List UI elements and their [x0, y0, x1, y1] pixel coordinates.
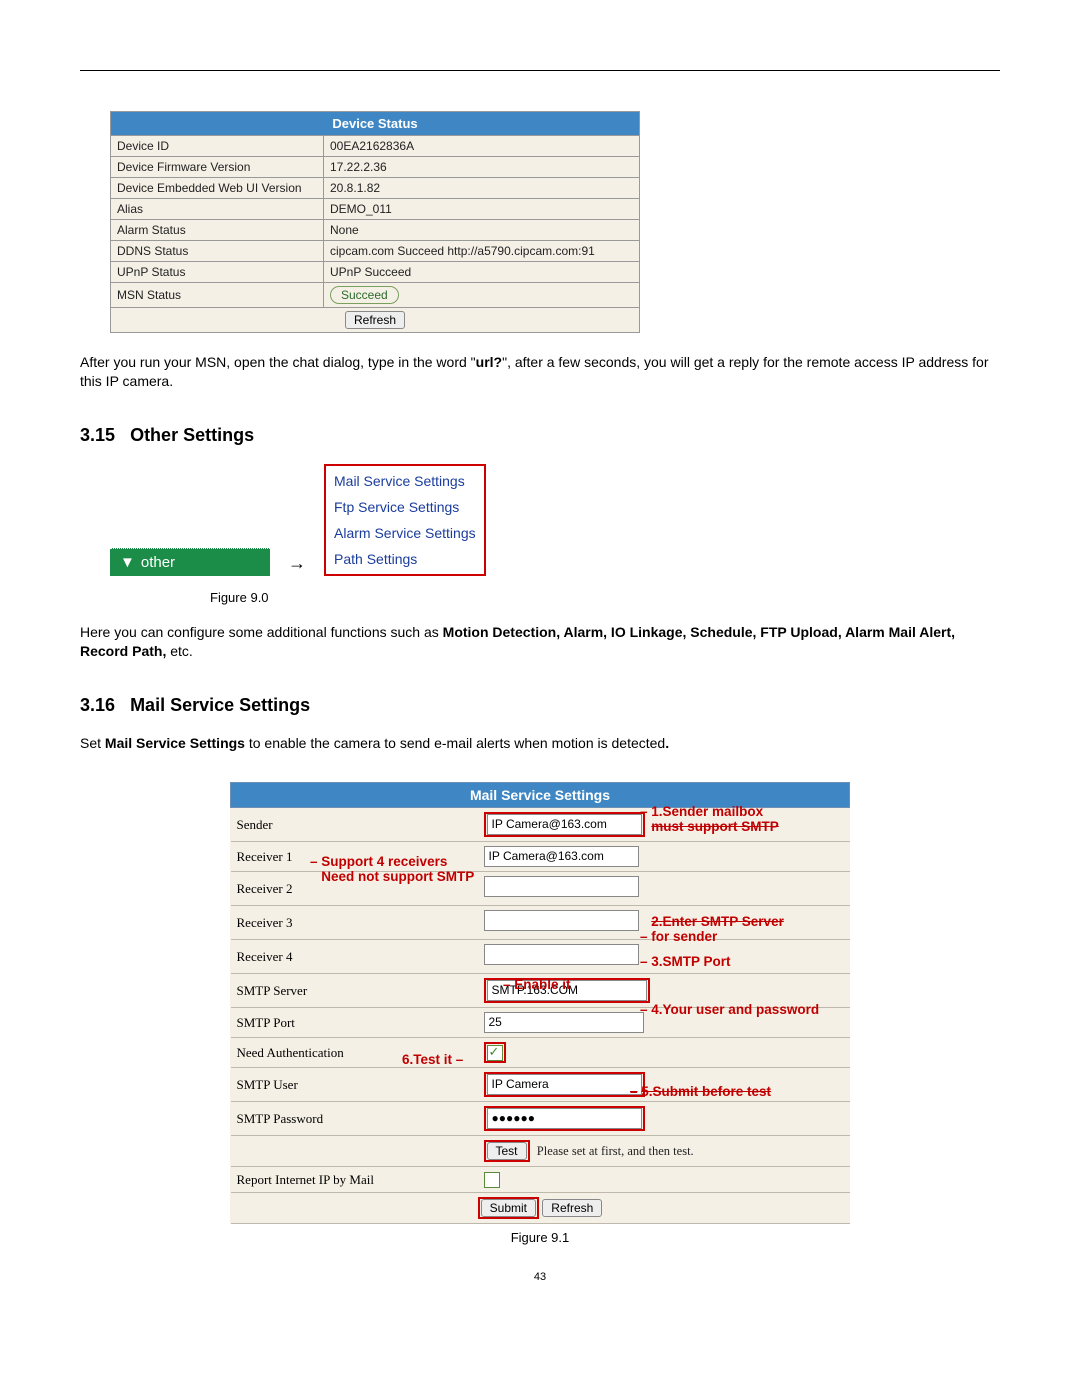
sender-input[interactable]: IP Camera@163.com [487, 814, 642, 835]
report-ip-label: Report Internet IP by Mail [231, 1167, 478, 1193]
device-status-table: Device Status Device ID00EA2162836A Devi… [110, 111, 640, 333]
receiver4-label: Receiver 4 [231, 940, 478, 974]
arrow-right-icon: → [288, 553, 306, 576]
refresh2-button[interactable]: Refresh [542, 1199, 602, 1217]
figure-9-0: ▼other → Mail Service Settings Ftp Servi… [110, 464, 1000, 576]
smtp-server-label: SMTP Server [231, 974, 478, 1008]
ftp-service-link[interactable]: Ftp Service Settings [328, 494, 482, 520]
sender-label: Sender [231, 808, 478, 842]
page-number: 43 [80, 1271, 1000, 1283]
msn-succeed-badge: Succeed [330, 286, 399, 304]
mail-service-link[interactable]: Mail Service Settings [328, 468, 482, 494]
figure-9-0-caption: Figure 9.0 [210, 590, 1000, 605]
report-ip-checkbox[interactable] [484, 1172, 500, 1188]
note-enable: – Enable it [503, 977, 571, 992]
note-2: 2.Enter SMTP Server – for sender [640, 914, 784, 944]
mail-settings-paragraph: Set Mail Service Settings to enable the … [80, 734, 1000, 753]
refresh-button[interactable]: Refresh [345, 311, 405, 329]
path-settings-link[interactable]: Path Settings [328, 546, 482, 572]
note-1: – 1.Sender mailbox must support SMTP [640, 804, 779, 834]
status-title: Device Status [111, 112, 640, 136]
msn-paragraph: After you run your MSN, open the chat di… [80, 353, 1000, 391]
service-settings-list: Mail Service Settings Ftp Service Settin… [324, 464, 486, 576]
smtp-user-label: SMTP User [231, 1068, 478, 1102]
receiver3-input[interactable] [484, 910, 639, 931]
note-3: – 3.SMTP Port [640, 954, 731, 969]
note-5: – 5.Submit before test [630, 1084, 771, 1099]
note-receivers: – Support 4 receivers Need not support S… [310, 854, 474, 884]
receiver3-label: Receiver 3 [231, 906, 478, 940]
submit-button[interactable]: Submit [481, 1199, 536, 1217]
other-settings-paragraph: Here you can configure some additional f… [80, 623, 1000, 661]
figure-9-1-caption: Figure 9.1 [230, 1230, 850, 1245]
note-4: – 4.Your user and password [640, 1002, 819, 1017]
receiver1-input[interactable]: IP Camera@163.com [484, 846, 639, 867]
test-hint: Please set at first, and then test. [537, 1144, 694, 1158]
smtp-pass-input[interactable]: ●●●●●● [487, 1108, 642, 1129]
receiver4-input[interactable] [484, 944, 639, 965]
smtp-port-label: SMTP Port [231, 1008, 478, 1038]
need-auth-checkbox[interactable] [487, 1045, 503, 1061]
note-6: 6.Test it – [402, 1052, 463, 1067]
smtp-user-input[interactable]: IP Camera [487, 1074, 642, 1095]
other-tab[interactable]: ▼other [110, 548, 270, 576]
section-3-15-heading: 3.15 Other Settings [80, 425, 1000, 446]
smtp-port-input[interactable]: 25 [484, 1012, 644, 1033]
smtp-pass-label: SMTP Password [231, 1102, 478, 1136]
section-3-16-heading: 3.16 Mail Service Settings [80, 695, 1000, 716]
receiver2-input[interactable] [484, 876, 639, 897]
triangle-down-icon: ▼ [120, 554, 135, 571]
test-button[interactable]: Test [487, 1142, 527, 1160]
alarm-service-link[interactable]: Alarm Service Settings [328, 520, 482, 546]
mail-service-settings-panel: – 1.Sender mailbox must support SMTP – S… [230, 782, 850, 1245]
